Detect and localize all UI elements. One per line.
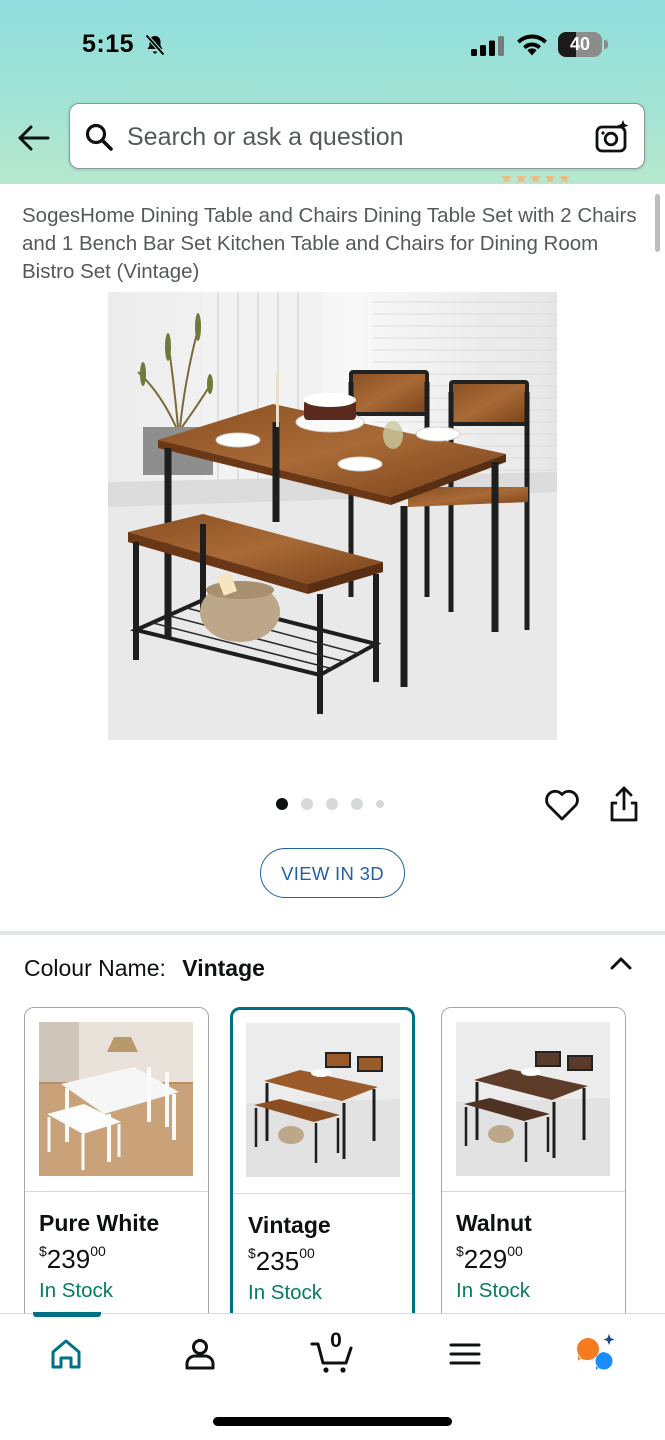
colour-option-name: Pure White xyxy=(39,1210,160,1236)
camera-sparkle-icon[interactable] xyxy=(594,119,630,155)
colour-name-row: Colour Name: Vintage xyxy=(24,955,265,982)
colour-option-price: $23500 xyxy=(248,1245,315,1276)
colour-thumbnail xyxy=(39,1022,193,1176)
hamburger-menu-icon[interactable] xyxy=(443,1332,487,1376)
colour-option-stock: In Stock xyxy=(456,1279,531,1302)
image-pager-dots[interactable] xyxy=(276,797,397,811)
pager-dot[interactable] xyxy=(276,798,288,810)
colour-name-value: Vintage xyxy=(182,955,265,981)
scrollbar[interactable] xyxy=(655,194,660,252)
colour-name-label: Colour Name: xyxy=(24,955,166,981)
wifi-icon xyxy=(517,34,547,56)
product-title[interactable]: SogesHome Dining Table and Chairs Dining… xyxy=(22,202,647,286)
colour-thumbnail xyxy=(456,1022,610,1176)
pager-dot[interactable] xyxy=(326,798,338,810)
colour-option-pure-white[interactable]: Pure White $23900 In Stock xyxy=(24,1007,209,1327)
battery-level-text: 40 xyxy=(569,34,591,54)
silent-mode-icon xyxy=(145,34,165,56)
pager-dot[interactable] xyxy=(351,798,363,810)
cart-button[interactable]: 0 xyxy=(310,1329,354,1376)
view-in-3d-button[interactable]: VIEW IN 3D xyxy=(260,848,405,898)
battery-indicator: 40 xyxy=(558,32,608,57)
bottom-navigation: 0 xyxy=(0,1312,665,1440)
arrow-left-icon[interactable] xyxy=(16,120,52,156)
rating-stars-peek: ★★★★★ xyxy=(500,176,573,186)
status-bar-time: 5:15 xyxy=(82,30,135,58)
share-icon[interactable] xyxy=(605,784,643,824)
pager-dot[interactable] xyxy=(301,798,313,810)
colour-option-stock: In Stock xyxy=(39,1279,114,1302)
search-icon xyxy=(85,123,113,151)
colour-option-vintage[interactable]: Vintage $23500 In Stock xyxy=(230,1007,415,1327)
rufus-assistant-icon[interactable] xyxy=(574,1332,618,1376)
colour-option-stock: In Stock xyxy=(248,1281,323,1304)
person-icon[interactable] xyxy=(178,1332,222,1376)
home-indicator-bar xyxy=(213,1417,452,1426)
active-tab-indicator xyxy=(33,1312,101,1317)
search-bar[interactable] xyxy=(69,103,645,169)
product-image[interactable] xyxy=(108,292,557,740)
colour-option-name: Walnut xyxy=(456,1210,532,1236)
colour-option-walnut[interactable]: Walnut $22900 In Stock xyxy=(441,1007,626,1327)
colour-option-price: $23900 xyxy=(39,1243,106,1274)
heart-icon[interactable] xyxy=(543,786,581,824)
search-input[interactable] xyxy=(127,118,567,156)
colour-option-price: $22900 xyxy=(456,1243,523,1274)
chevron-up-icon[interactable] xyxy=(607,950,635,978)
section-divider xyxy=(0,931,665,935)
colour-option-name: Vintage xyxy=(248,1212,331,1238)
app-header: 5:15 40 xyxy=(0,0,665,184)
cart-count: 0 xyxy=(330,1329,342,1352)
home-icon[interactable] xyxy=(44,1332,88,1376)
cellular-signal-icon xyxy=(471,36,504,56)
colour-thumbnail xyxy=(246,1023,400,1177)
pager-dot[interactable] xyxy=(376,800,384,808)
